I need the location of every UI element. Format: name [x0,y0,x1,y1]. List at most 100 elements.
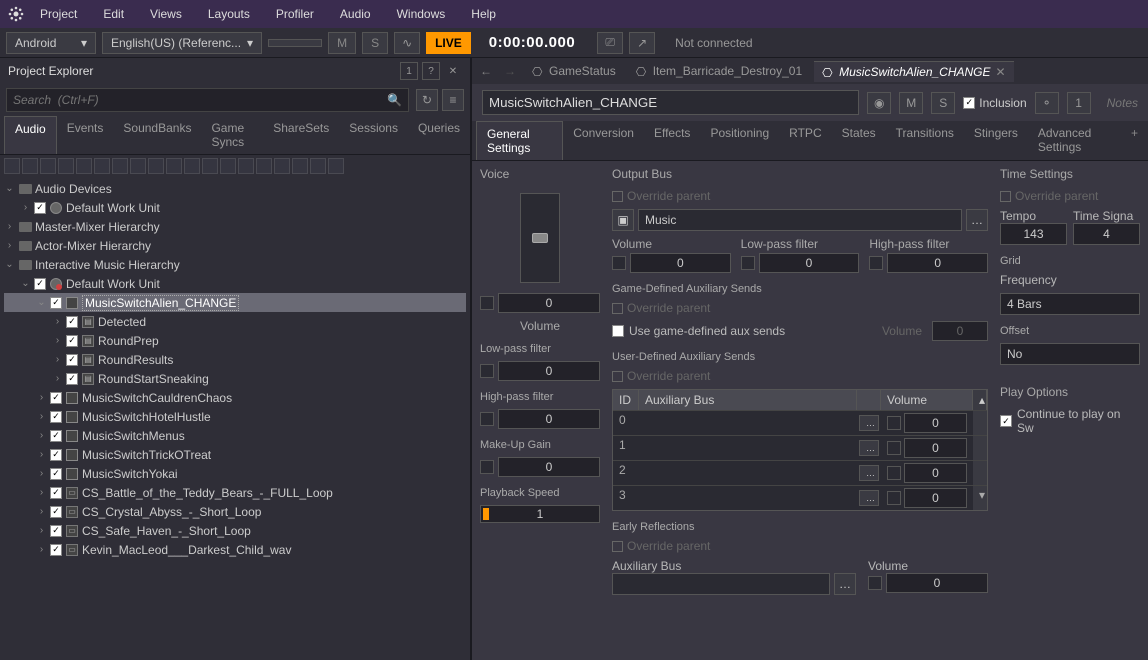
expand-icon[interactable]: › [36,506,47,517]
aux-row[interactable]: 0…0 [613,410,987,435]
time-sig-value[interactable]: 4 [1073,223,1140,245]
aux-more-button[interactable]: … [859,415,879,431]
tree-tool-icon[interactable] [220,158,236,174]
override-parent-early-refl[interactable]: Override parent [612,539,988,553]
checkbox-icon[interactable]: ✓ [50,487,62,499]
rtpc-indicator-icon[interactable] [887,416,901,430]
scroll-down-icon[interactable]: ▾ [973,486,987,510]
rtpc-indicator-icon[interactable] [741,256,755,270]
language-dropdown[interactable]: English(US) (Referenc... ▾ [102,32,262,54]
checkbox-icon[interactable]: ✓ [66,354,78,366]
checkbox-icon[interactable]: ✓ [963,97,975,109]
expand-icon[interactable]: › [52,354,63,365]
expand-icon[interactable]: › [36,468,47,479]
platform-dropdown[interactable]: Android ▾ [6,32,96,54]
tree-item[interactable]: ⌄Audio Devices [4,179,466,198]
hpf-value[interactable]: 0 [498,409,600,429]
menu-help[interactable]: Help [461,3,506,25]
rtpc-indicator-icon[interactable] [612,256,626,270]
editor-tab[interactable]: ⎔Item_Barricade_Destroy_01 [628,61,810,81]
tree-tool-icon[interactable] [4,158,20,174]
aux-header-id[interactable]: ID [613,390,639,410]
filter-button[interactable]: ≡ [442,89,464,111]
override-parent-time[interactable]: Override parent [1000,189,1140,203]
tree-tool-icon[interactable] [184,158,200,174]
checkbox-icon[interactable]: ✓ [50,430,62,442]
early-refl-more-button[interactable]: … [834,573,856,595]
tree-item[interactable]: ›✓Default Work Unit [4,198,466,217]
tab-effects[interactable]: Effects [644,121,700,160]
volume-fader[interactable] [520,193,560,283]
refresh-button[interactable]: ↻ [416,89,438,111]
rtpc-indicator-icon[interactable] [480,364,494,378]
output-lpf-value[interactable]: 0 [759,253,860,273]
collapse-icon[interactable]: ⌄ [20,278,31,289]
checkbox-icon[interactable]: ✓ [66,335,78,347]
rtpc-indicator-icon[interactable] [887,491,901,505]
expand-icon[interactable]: › [36,430,47,441]
tab-positioning[interactable]: Positioning [700,121,779,160]
aux-more-button[interactable]: … [859,490,879,506]
early-refl-vol-value[interactable]: 0 [886,573,988,593]
offset-dropdown[interactable]: No [1000,343,1140,365]
expand-icon[interactable]: › [52,316,63,327]
tab-queries[interactable]: Queries [408,116,470,154]
remote-icon[interactable]: ⎚ [597,32,623,54]
tree-item-selected[interactable]: ⌄✓MusicSwitchAlien_CHANGE [4,293,466,312]
expand-icon[interactable]: › [52,335,63,346]
tree-item[interactable]: ›✓▭Kevin_MacLeod___Darkest_Child_wav [4,540,466,559]
tree-tool-icon[interactable] [112,158,128,174]
tree-item[interactable]: ›✓▭CS_Crystal_Abyss_-_Short_Loop [4,502,466,521]
tab-advanced[interactable]: Advanced Settings [1028,121,1121,160]
editor-tab-active[interactable]: ⎔MusicSwitchAlien_CHANGE✕ [814,61,1013,82]
tab-game-syncs[interactable]: Game Syncs [201,116,263,154]
checkbox-icon[interactable] [1000,191,1011,202]
expand-icon[interactable]: › [36,525,47,536]
output-bus-name[interactable]: Music [638,209,962,231]
solo-button[interactable]: S [362,32,388,54]
checkbox-icon[interactable]: ✓ [50,392,62,404]
tab-general-settings[interactable]: General Settings [476,121,563,160]
checkbox-icon[interactable]: ✓ [50,544,62,556]
aux-more-button[interactable]: … [859,465,879,481]
output-vol-value[interactable]: 0 [630,253,731,273]
mute-button[interactable]: M [899,92,923,114]
early-refl-bus-input[interactable] [612,573,830,595]
tab-audio[interactable]: Audio [4,116,57,154]
menu-project[interactable]: Project [30,3,87,25]
tree-item[interactable]: ⌄Interactive Music Hierarchy [4,255,466,274]
menu-audio[interactable]: Audio [330,3,381,25]
tempo-value[interactable]: 143 [1000,223,1067,245]
scroll-up-icon[interactable]: ▴ [973,390,987,410]
tree-item[interactable]: ⌄✓Default Work Unit [4,274,466,293]
close-icon[interactable]: ✕ [444,62,462,80]
tree-tool-icon[interactable] [274,158,290,174]
use-game-aux-toggle[interactable]: Use game-defined aux sends [612,324,785,338]
makeup-value[interactable]: 0 [498,457,600,477]
share-icon[interactable]: ⚬ [1035,92,1059,114]
tree-item[interactable]: ›✓▭CS_Safe_Haven_-_Short_Loop [4,521,466,540]
aux-row[interactable]: 2…0 [613,460,987,485]
tree-tool-icon[interactable] [40,158,56,174]
rtpc-indicator-icon[interactable] [868,576,882,590]
reference-count[interactable]: 1 [1067,92,1091,114]
checkbox-icon[interactable] [612,371,623,382]
aux-header-vol[interactable]: Volume [881,390,973,410]
tree-item[interactable]: ›✓▤RoundResults [4,350,466,369]
checkbox-icon[interactable] [612,541,623,552]
expand-icon[interactable]: › [36,544,47,555]
tree-tool-icon[interactable] [166,158,182,174]
tree-item[interactable]: ›✓▤RoundPrep [4,331,466,350]
freq-dropdown[interactable]: 4 Bars [1000,293,1140,315]
tree-tool-icon[interactable] [130,158,146,174]
menu-views[interactable]: Views [140,3,192,25]
rtpc-indicator-icon[interactable] [887,466,901,480]
tree-item[interactable]: ›✓MusicSwitchHotelHustle [4,407,466,426]
waveform-icon[interactable]: ∿ [394,32,420,54]
checkbox-icon[interactable]: ✓ [66,316,78,328]
override-parent-game-aux[interactable]: Override parent [612,301,988,315]
tree-tool-icon[interactable] [22,158,38,174]
inclusion-toggle[interactable]: ✓Inclusion [963,96,1026,110]
rtpc-indicator-icon[interactable] [869,256,883,270]
search-input[interactable] [6,88,409,112]
